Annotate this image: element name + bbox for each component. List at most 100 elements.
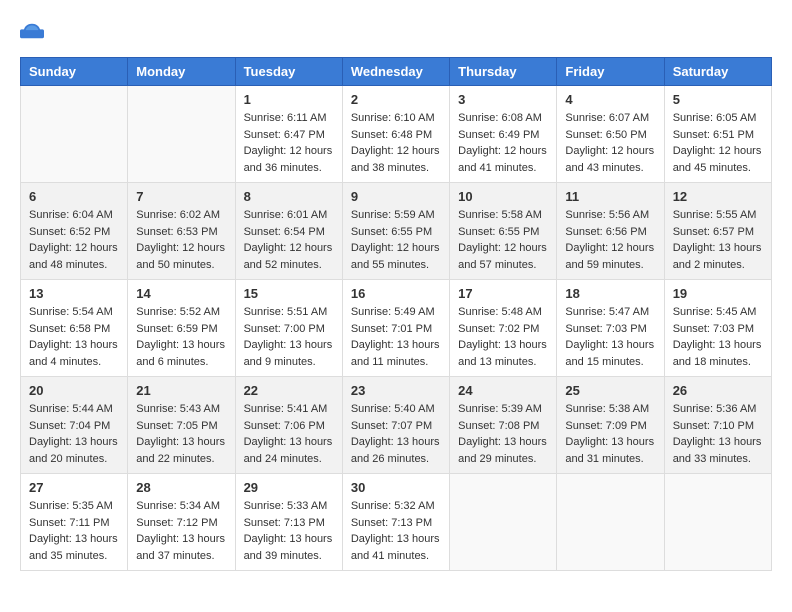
day-info: Sunrise: 5:55 AMSunset: 6:57 PMDaylight:… (673, 207, 763, 273)
calendar-week-row: 1 Sunrise: 6:11 AMSunset: 6:47 PMDaylight… (21, 86, 772, 183)
calendar-cell: 12 Sunrise: 5:55 AMSunset: 6:57 PMDayligh… (664, 183, 771, 280)
logo-icon (20, 22, 44, 40)
calendar-cell: 9 Sunrise: 5:59 AMSunset: 6:55 PMDaylight… (342, 183, 449, 280)
calendar-cell (664, 474, 771, 571)
calendar-cell: 3 Sunrise: 6:08 AMSunset: 6:49 PMDaylight… (450, 86, 557, 183)
calendar-week-row: 13 Sunrise: 5:54 AMSunset: 6:58 PMDayligh… (21, 280, 772, 377)
day-info: Sunrise: 5:59 AMSunset: 6:55 PMDaylight:… (351, 207, 441, 273)
day-info: Sunrise: 5:51 AMSunset: 7:00 PMDaylight:… (244, 304, 334, 370)
day-number: 3 (458, 92, 548, 107)
calendar-header-row: SundayMondayTuesdayWednesdayThursdayFrid… (21, 58, 772, 86)
day-info: Sunrise: 5:54 AMSunset: 6:58 PMDaylight:… (29, 304, 119, 370)
day-info: Sunrise: 6:05 AMSunset: 6:51 PMDaylight:… (673, 110, 763, 176)
day-number: 15 (244, 286, 334, 301)
day-info: Sunrise: 6:07 AMSunset: 6:50 PMDaylight:… (565, 110, 655, 176)
calendar-cell: 24 Sunrise: 5:39 AMSunset: 7:08 PMDayligh… (450, 377, 557, 474)
calendar-cell (450, 474, 557, 571)
calendar-cell: 11 Sunrise: 5:56 AMSunset: 6:56 PMDayligh… (557, 183, 664, 280)
calendar-cell: 5 Sunrise: 6:05 AMSunset: 6:51 PMDaylight… (664, 86, 771, 183)
calendar-cell (557, 474, 664, 571)
calendar-cell: 4 Sunrise: 6:07 AMSunset: 6:50 PMDaylight… (557, 86, 664, 183)
logo (20, 20, 48, 41)
calendar-week-row: 27Sunrise: 5:35 AMSunset: 7:11 PMDayligh… (21, 474, 772, 571)
day-info: Sunrise: 5:36 AMSunset: 7:10 PMDaylight:… (673, 401, 763, 467)
day-number: 25 (565, 383, 655, 398)
day-number: 26 (673, 383, 763, 398)
day-number: 8 (244, 189, 334, 204)
day-number: 5 (673, 92, 763, 107)
day-info: Sunrise: 6:11 AMSunset: 6:47 PMDaylight:… (244, 110, 334, 176)
day-info: Sunrise: 6:01 AMSunset: 6:54 PMDaylight:… (244, 207, 334, 273)
calendar-cell: 22 Sunrise: 5:41 AMSunset: 7:06 PMDayligh… (235, 377, 342, 474)
calendar-cell: 23Sunrise: 5:40 AMSunset: 7:07 PMDayligh… (342, 377, 449, 474)
day-number: 30 (351, 480, 441, 495)
calendar-cell: 30 Sunrise: 5:32 AMSunset: 7:13 PMDayligh… (342, 474, 449, 571)
day-info: Sunrise: 5:41 AMSunset: 7:06 PMDaylight:… (244, 401, 334, 467)
day-number: 16 (351, 286, 441, 301)
day-number: 10 (458, 189, 548, 204)
day-number: 11 (565, 189, 655, 204)
calendar-cell: 6 Sunrise: 6:04 AMSunset: 6:52 PMDaylight… (21, 183, 128, 280)
calendar-cell: 20Sunrise: 5:44 AMSunset: 7:04 PMDayligh… (21, 377, 128, 474)
day-number: 9 (351, 189, 441, 204)
calendar-cell: 25 Sunrise: 5:38 AMSunset: 7:09 PMDayligh… (557, 377, 664, 474)
day-number: 17 (458, 286, 548, 301)
day-info: Sunrise: 5:58 AMSunset: 6:55 PMDaylight:… (458, 207, 548, 273)
day-info: Sunrise: 5:52 AMSunset: 6:59 PMDaylight:… (136, 304, 226, 370)
calendar-cell (128, 86, 235, 183)
day-info: Sunrise: 5:43 AMSunset: 7:05 PMDaylight:… (136, 401, 226, 467)
calendar-cell: 13 Sunrise: 5:54 AMSunset: 6:58 PMDayligh… (21, 280, 128, 377)
day-number: 27 (29, 480, 119, 495)
calendar-cell: 2Sunrise: 6:10 AMSunset: 6:48 PMDaylight… (342, 86, 449, 183)
calendar-cell: 15 Sunrise: 5:51 AMSunset: 7:00 PMDayligh… (235, 280, 342, 377)
header-saturday: Saturday (664, 58, 771, 86)
calendar-cell: 27Sunrise: 5:35 AMSunset: 7:11 PMDayligh… (21, 474, 128, 571)
calendar-table: SundayMondayTuesdayWednesdayThursdayFrid… (20, 57, 772, 571)
calendar-cell: 28Sunrise: 5:34 AMSunset: 7:12 PMDayligh… (128, 474, 235, 571)
calendar-cell: 19Sunrise: 5:45 AMSunset: 7:03 PMDayligh… (664, 280, 771, 377)
day-info: Sunrise: 6:04 AMSunset: 6:52 PMDaylight:… (29, 207, 119, 273)
day-info: Sunrise: 6:08 AMSunset: 6:49 PMDaylight:… (458, 110, 548, 176)
day-number: 4 (565, 92, 655, 107)
day-info: Sunrise: 5:39 AMSunset: 7:08 PMDaylight:… (458, 401, 548, 467)
day-number: 18 (565, 286, 655, 301)
calendar-week-row: 20Sunrise: 5:44 AMSunset: 7:04 PMDayligh… (21, 377, 772, 474)
calendar-cell: 14 Sunrise: 5:52 AMSunset: 6:59 PMDayligh… (128, 280, 235, 377)
day-number: 21 (136, 383, 226, 398)
calendar-cell: 8 Sunrise: 6:01 AMSunset: 6:54 PMDaylight… (235, 183, 342, 280)
calendar-cell (21, 86, 128, 183)
calendar-cell: 16Sunrise: 5:49 AMSunset: 7:01 PMDayligh… (342, 280, 449, 377)
calendar-cell: 26 Sunrise: 5:36 AMSunset: 7:10 PMDayligh… (664, 377, 771, 474)
day-number: 2 (351, 92, 441, 107)
calendar-cell: 17 Sunrise: 5:48 AMSunset: 7:02 PMDayligh… (450, 280, 557, 377)
day-number: 23 (351, 383, 441, 398)
day-number: 6 (29, 189, 119, 204)
calendar-cell: 21 Sunrise: 5:43 AMSunset: 7:05 PMDayligh… (128, 377, 235, 474)
page-header (20, 20, 772, 41)
day-number: 14 (136, 286, 226, 301)
calendar-cell: 10 Sunrise: 5:58 AMSunset: 6:55 PMDayligh… (450, 183, 557, 280)
day-number: 1 (244, 92, 334, 107)
day-number: 20 (29, 383, 119, 398)
day-info: Sunrise: 5:48 AMSunset: 7:02 PMDaylight:… (458, 304, 548, 370)
calendar-cell: 1 Sunrise: 6:11 AMSunset: 6:47 PMDaylight… (235, 86, 342, 183)
header-monday: Monday (128, 58, 235, 86)
day-number: 13 (29, 286, 119, 301)
day-number: 19 (673, 286, 763, 301)
header-wednesday: Wednesday (342, 58, 449, 86)
day-info: Sunrise: 5:33 AMSunset: 7:13 PMDaylight:… (244, 498, 334, 564)
header-tuesday: Tuesday (235, 58, 342, 86)
day-info: Sunrise: 5:47 AMSunset: 7:03 PMDaylight:… (565, 304, 655, 370)
calendar-cell: 18 Sunrise: 5:47 AMSunset: 7:03 PMDayligh… (557, 280, 664, 377)
calendar-week-row: 6 Sunrise: 6:04 AMSunset: 6:52 PMDaylight… (21, 183, 772, 280)
day-number: 22 (244, 383, 334, 398)
day-number: 12 (673, 189, 763, 204)
day-number: 24 (458, 383, 548, 398)
header-sunday: Sunday (21, 58, 128, 86)
day-info: Sunrise: 5:56 AMSunset: 6:56 PMDaylight:… (565, 207, 655, 273)
day-info: Sunrise: 5:38 AMSunset: 7:09 PMDaylight:… (565, 401, 655, 467)
day-number: 28 (136, 480, 226, 495)
calendar-cell: 7Sunrise: 6:02 AMSunset: 6:53 PMDaylight… (128, 183, 235, 280)
day-info: Sunrise: 5:32 AMSunset: 7:13 PMDaylight:… (351, 498, 441, 564)
day-number: 29 (244, 480, 334, 495)
